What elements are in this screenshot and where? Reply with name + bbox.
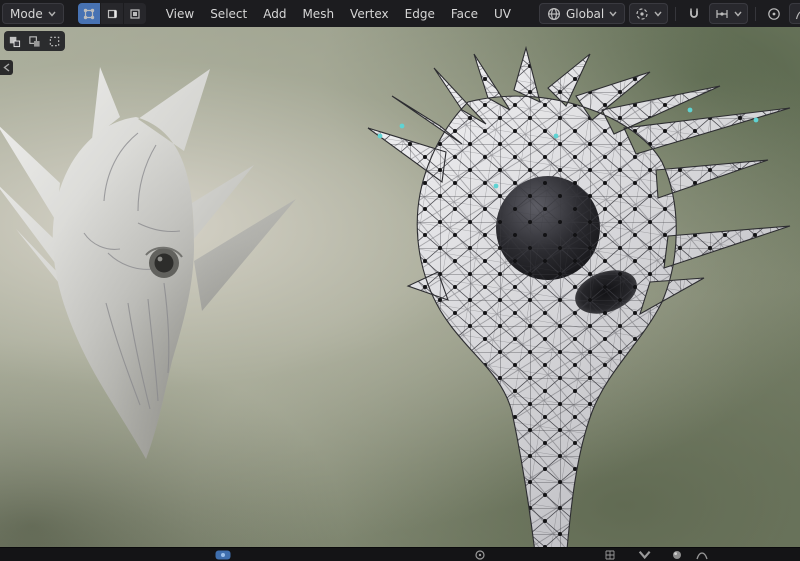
edge-select-icon (105, 7, 119, 21)
mode-dropdown[interactable]: Mode (2, 3, 64, 24)
smooth-falloff-icon (795, 7, 800, 21)
model-shaded[interactable] (0, 53, 318, 473)
proportional-editing-button[interactable] (763, 3, 785, 24)
select-new-button[interactable] (6, 33, 23, 49)
toolbar-expand-button[interactable] (0, 60, 13, 75)
active-marker-icon[interactable] (215, 550, 231, 560)
edge-select-button[interactable] (101, 3, 123, 24)
proportional-circle-icon (767, 7, 781, 21)
select-extend-icon (28, 35, 41, 48)
curve-icon[interactable] (696, 550, 708, 560)
select-new-icon (8, 35, 21, 48)
orientation-label: Global (566, 7, 604, 21)
menu-mesh[interactable]: Mesh (294, 3, 342, 25)
globe-icon (547, 7, 561, 21)
chevron-down-icon (734, 11, 742, 17)
menu-view[interactable]: View (158, 3, 202, 25)
tool-settings-bar (4, 31, 65, 51)
chevron-down-icon (48, 11, 56, 17)
navigate-circle-icon[interactable] (475, 550, 485, 560)
menu-edge[interactable]: Edge (397, 3, 443, 25)
magnet-icon (687, 7, 701, 21)
select-mode-group (78, 3, 146, 24)
mode-label: Mode (10, 7, 43, 21)
separator (755, 7, 756, 21)
menu-face[interactable]: Face (443, 3, 486, 25)
menu-add[interactable]: Add (255, 3, 294, 25)
pivot-point-icon (635, 7, 649, 21)
model-edit-mesh[interactable] (350, 40, 800, 547)
chevron-down-icon (609, 11, 617, 17)
separator (675, 7, 676, 21)
header-right-cluster: Global (539, 3, 800, 24)
vertex-select-button[interactable] (78, 3, 100, 24)
face-select-button[interactable] (124, 3, 146, 24)
status-bar (0, 547, 800, 561)
snap-toggle-button[interactable] (683, 3, 705, 24)
sphere-shading-icon[interactable] (672, 550, 682, 560)
chevron-down-icon[interactable] (638, 550, 651, 560)
snap-target-icon (715, 7, 729, 21)
face-select-icon (128, 7, 142, 21)
vertex-dots (350, 40, 800, 547)
pivot-point-dropdown[interactable] (629, 3, 668, 24)
grid-icon[interactable] (605, 550, 615, 560)
select-subtract-icon (48, 35, 61, 48)
transform-orientation-dropdown[interactable]: Global (539, 3, 625, 24)
select-extend-button[interactable] (26, 33, 43, 49)
falloff-dropdown[interactable] (789, 3, 800, 24)
viewport-3d[interactable] (0, 27, 800, 547)
menu-select[interactable]: Select (202, 3, 255, 25)
arrow-left-icon (3, 63, 10, 72)
blender-window: Mode (0, 0, 800, 561)
vertex-select-icon (82, 7, 96, 21)
chevron-down-icon (654, 11, 662, 17)
skull-shading (53, 117, 296, 459)
viewport-header: Mode (0, 0, 800, 27)
menu-vertex[interactable]: Vertex (342, 3, 397, 25)
menu-uv[interactable]: UV (486, 3, 519, 25)
snap-with-dropdown[interactable] (709, 3, 748, 24)
menu-bar: View Select Add Mesh Vertex Edge Face UV (158, 3, 519, 25)
select-subtract-button[interactable] (46, 33, 63, 49)
